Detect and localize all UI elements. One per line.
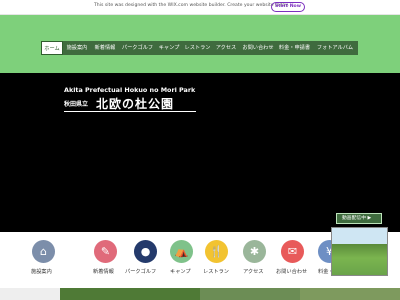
news-icon[interactable]: ✎ <box>94 240 117 263</box>
nav-contact[interactable]: お問い合わせ <box>239 41 277 55</box>
facilities-icon[interactable]: ⌂ <box>32 240 55 263</box>
photo-4 <box>300 288 400 300</box>
nav-camp[interactable]: キャンプ <box>156 41 182 55</box>
logo-japanese-name: 北欧の杜公園 <box>96 97 175 111</box>
logo-english-name: Akita Prefectual Hokuo no Mori Park <box>64 86 196 94</box>
contact-icon[interactable]: ✉ <box>281 240 304 263</box>
camp-icon[interactable]: ⛺ <box>170 240 193 263</box>
facilities-label[interactable]: 施設案内 <box>31 268 52 275</box>
nav-restaurant[interactable]: レストラン <box>182 41 213 55</box>
camp-label[interactable]: キャンプ <box>170 268 191 275</box>
nav-photo-album[interactable]: フォトアルバム <box>312 41 358 55</box>
restaurant-icon[interactable]: 🍴 <box>205 240 228 263</box>
photo-3 <box>200 288 300 300</box>
photo-1 <box>0 288 60 300</box>
start-now-button[interactable]: Start Now <box>271 2 305 12</box>
wix-ad-message: This site was designed with the WIX.com … <box>94 3 289 8</box>
video-streaming-button[interactable]: 動画配信中 ▶ <box>336 213 382 224</box>
access-label[interactable]: アクセス <box>243 268 264 275</box>
photo-strip <box>0 288 400 300</box>
logo-underline <box>64 111 196 112</box>
contact-label[interactable]: お問い合わせ <box>276 268 307 275</box>
logo-prefix: 秋田県立 <box>64 101 89 108</box>
nav-access[interactable]: アクセス <box>213 41 239 55</box>
park-golf-label[interactable]: パークゴルフ <box>125 268 156 275</box>
restaurant-label[interactable]: レストラン <box>203 268 229 275</box>
news-label[interactable]: 新着情報 <box>93 268 114 275</box>
nav-park-golf[interactable]: パークゴルフ <box>119 41 156 55</box>
wix-ad-bar: This site was designed with the WIX.com … <box>0 0 400 15</box>
main-nav: ホーム 施設案内 新着情報 パークゴルフ キャンプ レストラン アクセス お問い… <box>41 41 358 55</box>
nav-fees[interactable]: 料金・申請書 <box>277 41 312 55</box>
access-icon[interactable]: ✱ <box>243 240 266 263</box>
park-golf-icon[interactable]: ● <box>134 240 157 263</box>
video-thumbnail[interactable] <box>331 227 388 276</box>
nav-facilities[interactable]: 施設案内 <box>63 41 91 55</box>
hero-area <box>0 73 400 232</box>
photo-2 <box>60 288 200 300</box>
nav-home[interactable]: ホーム <box>41 41 63 55</box>
nav-news[interactable]: 新着情報 <box>91 41 119 55</box>
